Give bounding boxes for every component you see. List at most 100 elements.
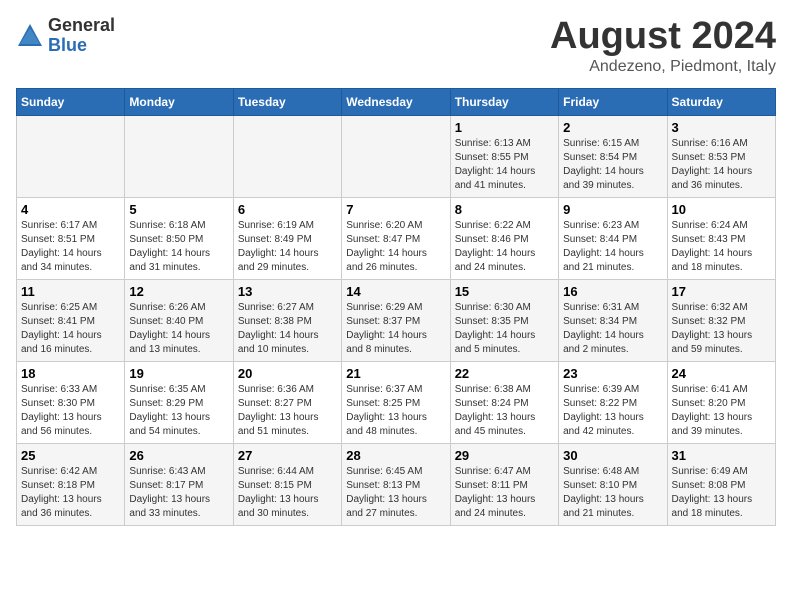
day-info: Sunrise: 6:41 AM Sunset: 8:20 PM Dayligh… xyxy=(672,383,771,439)
day-info: Sunrise: 6:33 AM Sunset: 8:30 PM Dayligh… xyxy=(21,383,120,439)
calendar-cell: 19Sunrise: 6:35 AM Sunset: 8:29 PM Dayli… xyxy=(125,361,233,443)
calendar-week-4: 18Sunrise: 6:33 AM Sunset: 8:30 PM Dayli… xyxy=(17,361,776,443)
subtitle: Andezeno, Piedmont, Italy xyxy=(550,58,776,76)
calendar-cell: 18Sunrise: 6:33 AM Sunset: 8:30 PM Dayli… xyxy=(17,361,125,443)
day-info: Sunrise: 6:29 AM Sunset: 8:37 PM Dayligh… xyxy=(346,301,445,357)
calendar-cell: 30Sunrise: 6:48 AM Sunset: 8:10 PM Dayli… xyxy=(559,443,667,525)
day-number: 5 xyxy=(129,202,228,217)
day-number: 27 xyxy=(238,448,337,463)
day-info: Sunrise: 6:16 AM Sunset: 8:53 PM Dayligh… xyxy=(672,137,771,193)
day-info: Sunrise: 6:30 AM Sunset: 8:35 PM Dayligh… xyxy=(455,301,554,357)
day-number: 31 xyxy=(672,448,771,463)
calendar-week-3: 11 Sunrise: 6:25 AM Sunset: 8:41 PM Dayli… xyxy=(17,279,776,361)
header: General Blue August 2024 Andezeno, Piedm… xyxy=(16,16,776,76)
day-number: 4 xyxy=(21,202,120,217)
logo-icon xyxy=(16,22,44,50)
day-info: Sunrise: 6:15 AM Sunset: 8:54 PM Dayligh… xyxy=(563,137,662,193)
calendar-cell: 7 Sunrise: 6:20 AM Sunset: 8:47 PM Daylig… xyxy=(342,197,450,279)
calendar-cell: 28Sunrise: 6:45 AM Sunset: 8:13 PM Dayli… xyxy=(342,443,450,525)
day-number: 16 xyxy=(563,284,662,299)
day-info: Sunrise: 6:39 AM Sunset: 8:22 PM Dayligh… xyxy=(563,383,662,439)
day-info: Sunrise: 6:45 AM Sunset: 8:13 PM Dayligh… xyxy=(346,465,445,521)
day-info: Sunrise: 6:31 AM Sunset: 8:34 PM Dayligh… xyxy=(563,301,662,357)
title-section: August 2024 Andezeno, Piedmont, Italy xyxy=(550,16,776,76)
calendar-cell: 10 Sunrise: 6:24 AM Sunset: 8:43 PM Dayli… xyxy=(667,197,775,279)
day-info: Sunrise: 6:38 AM Sunset: 8:24 PM Dayligh… xyxy=(455,383,554,439)
calendar-week-5: 25Sunrise: 6:42 AM Sunset: 8:18 PM Dayli… xyxy=(17,443,776,525)
day-number: 21 xyxy=(346,366,445,381)
day-number: 26 xyxy=(129,448,228,463)
day-number: 30 xyxy=(563,448,662,463)
day-number: 23 xyxy=(563,366,662,381)
weekday-header-saturday: Saturday xyxy=(667,88,775,115)
day-info: Sunrise: 6:13 AM Sunset: 8:55 PM Dayligh… xyxy=(455,137,554,193)
day-info: Sunrise: 6:43 AM Sunset: 8:17 PM Dayligh… xyxy=(129,465,228,521)
day-info: Sunrise: 6:18 AM Sunset: 8:50 PM Dayligh… xyxy=(129,219,228,275)
calendar-cell: 6Sunrise: 6:19 AM Sunset: 8:49 PM Daylig… xyxy=(233,197,341,279)
day-info: Sunrise: 6:24 AM Sunset: 8:43 PM Dayligh… xyxy=(672,219,771,275)
calendar-cell: 23 Sunrise: 6:39 AM Sunset: 8:22 PM Dayli… xyxy=(559,361,667,443)
calendar-cell: 8 Sunrise: 6:22 AM Sunset: 8:46 PM Daylig… xyxy=(450,197,558,279)
calendar-cell: 22 Sunrise: 6:38 AM Sunset: 8:24 PM Dayli… xyxy=(450,361,558,443)
calendar-cell: 2 Sunrise: 6:15 AM Sunset: 8:54 PM Daylig… xyxy=(559,115,667,197)
calendar-cell: 31Sunrise: 6:49 AM Sunset: 8:08 PM Dayli… xyxy=(667,443,775,525)
calendar-cell: 11 Sunrise: 6:25 AM Sunset: 8:41 PM Dayli… xyxy=(17,279,125,361)
calendar-cell: 24 Sunrise: 6:41 AM Sunset: 8:20 PM Dayli… xyxy=(667,361,775,443)
day-info: Sunrise: 6:23 AM Sunset: 8:44 PM Dayligh… xyxy=(563,219,662,275)
calendar-cell: 27 Sunrise: 6:44 AM Sunset: 8:15 PM Dayli… xyxy=(233,443,341,525)
logo-general: General xyxy=(48,16,115,36)
weekday-header-wednesday: Wednesday xyxy=(342,88,450,115)
logo-blue: Blue xyxy=(48,36,115,56)
calendar-cell: 16 Sunrise: 6:31 AM Sunset: 8:34 PM Dayli… xyxy=(559,279,667,361)
day-number: 29 xyxy=(455,448,554,463)
calendar-cell: 21 Sunrise: 6:37 AM Sunset: 8:25 PM Dayli… xyxy=(342,361,450,443)
day-number: 10 xyxy=(672,202,771,217)
calendar-cell: 3 Sunrise: 6:16 AM Sunset: 8:53 PM Daylig… xyxy=(667,115,775,197)
calendar-cell: 13Sunrise: 6:27 AM Sunset: 8:38 PM Dayli… xyxy=(233,279,341,361)
day-number: 2 xyxy=(563,120,662,135)
calendar-cell: 9 Sunrise: 6:23 AM Sunset: 8:44 PM Daylig… xyxy=(559,197,667,279)
calendar-week-1: 1 Sunrise: 6:13 AM Sunset: 8:55 PM Daylig… xyxy=(17,115,776,197)
weekday-header-tuesday: Tuesday xyxy=(233,88,341,115)
day-info: Sunrise: 6:25 AM Sunset: 8:41 PM Dayligh… xyxy=(21,301,120,357)
calendar-table: SundayMondayTuesdayWednesdayThursdayFrid… xyxy=(16,88,776,526)
calendar-cell xyxy=(233,115,341,197)
day-number: 9 xyxy=(563,202,662,217)
day-number: 12 xyxy=(129,284,228,299)
calendar-cell: 25Sunrise: 6:42 AM Sunset: 8:18 PM Dayli… xyxy=(17,443,125,525)
day-info: Sunrise: 6:37 AM Sunset: 8:25 PM Dayligh… xyxy=(346,383,445,439)
weekday-header-thursday: Thursday xyxy=(450,88,558,115)
weekday-header-friday: Friday xyxy=(559,88,667,115)
day-number: 1 xyxy=(455,120,554,135)
calendar-cell: 12Sunrise: 6:26 AM Sunset: 8:40 PM Dayli… xyxy=(125,279,233,361)
calendar-cell: 15 Sunrise: 6:30 AM Sunset: 8:35 PM Dayli… xyxy=(450,279,558,361)
calendar-cell: 26 Sunrise: 6:43 AM Sunset: 8:17 PM Dayli… xyxy=(125,443,233,525)
day-info: Sunrise: 6:47 AM Sunset: 8:11 PM Dayligh… xyxy=(455,465,554,521)
day-number: 11 xyxy=(21,284,120,299)
day-info: Sunrise: 6:20 AM Sunset: 8:47 PM Dayligh… xyxy=(346,219,445,275)
day-number: 7 xyxy=(346,202,445,217)
calendar-cell: 29 Sunrise: 6:47 AM Sunset: 8:11 PM Dayli… xyxy=(450,443,558,525)
day-info: Sunrise: 6:42 AM Sunset: 8:18 PM Dayligh… xyxy=(21,465,120,521)
calendar-cell xyxy=(342,115,450,197)
day-number: 24 xyxy=(672,366,771,381)
day-number: 3 xyxy=(672,120,771,135)
calendar-cell: 17 Sunrise: 6:32 AM Sunset: 8:32 PM Dayli… xyxy=(667,279,775,361)
calendar-cell: 1 Sunrise: 6:13 AM Sunset: 8:55 PM Daylig… xyxy=(450,115,558,197)
day-number: 17 xyxy=(672,284,771,299)
day-number: 20 xyxy=(238,366,337,381)
day-info: Sunrise: 6:32 AM Sunset: 8:32 PM Dayligh… xyxy=(672,301,771,357)
day-number: 22 xyxy=(455,366,554,381)
main-title: August 2024 xyxy=(550,16,776,58)
day-info: Sunrise: 6:36 AM Sunset: 8:27 PM Dayligh… xyxy=(238,383,337,439)
weekday-header-monday: Monday xyxy=(125,88,233,115)
day-number: 8 xyxy=(455,202,554,217)
day-number: 15 xyxy=(455,284,554,299)
calendar-cell: 5 Sunrise: 6:18 AM Sunset: 8:50 PM Daylig… xyxy=(125,197,233,279)
calendar-cell xyxy=(125,115,233,197)
day-info: Sunrise: 6:44 AM Sunset: 8:15 PM Dayligh… xyxy=(238,465,337,521)
day-info: Sunrise: 6:35 AM Sunset: 8:29 PM Dayligh… xyxy=(129,383,228,439)
day-info: Sunrise: 6:22 AM Sunset: 8:46 PM Dayligh… xyxy=(455,219,554,275)
weekday-header-sunday: Sunday xyxy=(17,88,125,115)
day-number: 14 xyxy=(346,284,445,299)
